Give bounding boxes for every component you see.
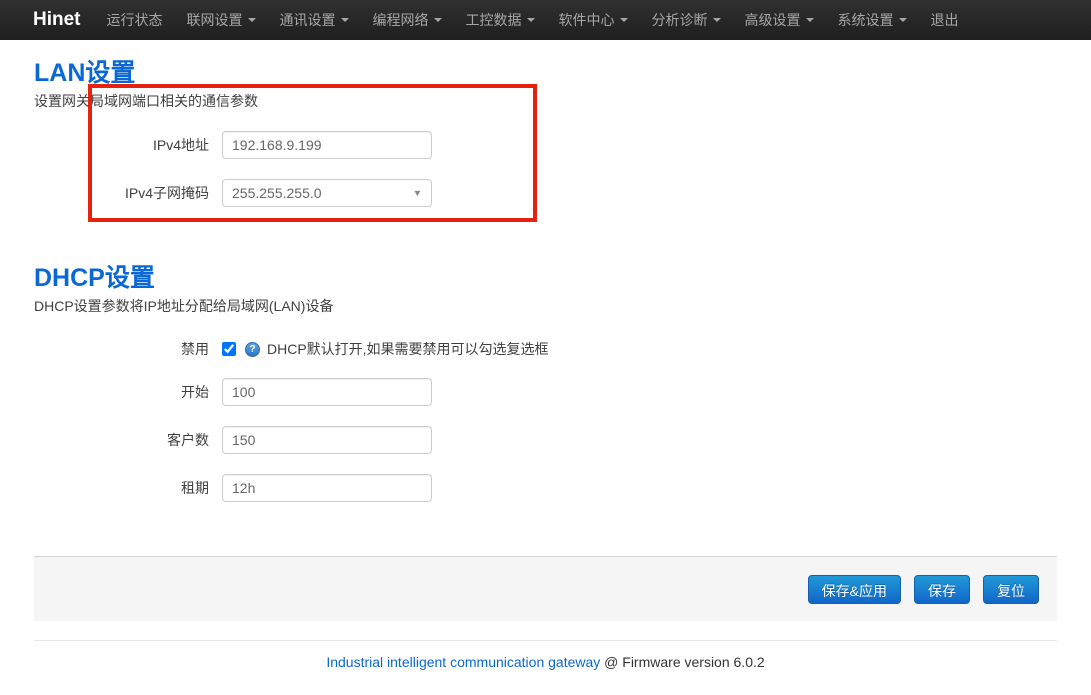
action-bar: 保存&应用 保存 复位 [34,556,1057,621]
nav-item-label: 联网设置 [187,10,243,30]
ipv4-netmask-select[interactable]: 255.255.255.0 [222,179,432,207]
dhcp-disable-hint: DHCP默认打开,如果需要禁用可以勾选复选框 [267,339,549,359]
dhcp-limit-input[interactable] [222,426,432,454]
dhcp-leasetime-row: 租期 [34,474,1057,502]
brand-logo[interactable]: Hinet [33,9,81,31]
dhcp-disable-row: 禁用 ? DHCP默认打开,如果需要禁用可以勾选复选框 [34,340,1057,358]
nav-item-label: 分析诊断 [652,10,708,30]
chevron-down-icon [341,18,349,22]
dhcp-leasetime-label: 租期 [34,478,222,498]
nav-item-logout[interactable]: 退出 [919,0,971,41]
ipv4-address-label: IPv4地址 [34,135,222,155]
nav-item-analysis-diagnosis[interactable]: 分析诊断 [640,0,733,41]
lan-section-description: 设置网关局域网端口相关的通信参数 [34,93,1057,110]
nav-item-running-status[interactable]: 运行状态 [95,0,175,41]
nav-item-communication-settings[interactable]: 通讯设置 [268,0,361,41]
dhcp-limit-label: 客户数 [34,430,222,450]
ipv4-address-row: IPv4地址 [34,131,1057,159]
chevron-down-icon [248,18,256,22]
nav-item-label: 退出 [931,10,959,30]
nav-item-label: 运行状态 [107,10,163,30]
dhcp-settings-section: DHCP设置 DHCP设置参数将IP地址分配给局域网(LAN)设备 禁用 ? D… [34,263,1057,502]
dhcp-leasetime-input[interactable] [222,474,432,502]
dhcp-start-input[interactable] [222,378,432,406]
dhcp-disable-label: 禁用 [34,339,222,359]
dhcp-start-label: 开始 [34,382,222,402]
chevron-down-icon [713,18,721,22]
lan-section-title: LAN设置 [34,58,1057,88]
nav-item-label: 工控数据 [466,10,522,30]
nav-item-advanced-settings[interactable]: 高级设置 [733,0,826,41]
ipv4-netmask-label: IPv4子网掩码 [34,183,222,203]
nav-item-programming-network[interactable]: 编程网络 [361,0,454,41]
chevron-down-icon [527,18,535,22]
question-mark-icon: ? [245,342,260,357]
nav-item-label: 高级设置 [745,10,801,30]
reset-button[interactable]: 复位 [983,575,1039,604]
chevron-down-icon [434,18,442,22]
nav-item-software-center[interactable]: 软件中心 [547,0,640,41]
nav-item-network-settings[interactable]: 联网设置 [175,0,268,41]
nav-item-system-settings[interactable]: 系统设置 [826,0,919,41]
firmware-version-text: @ Firmware version 6.0.2 [600,654,764,670]
dhcp-limit-row: 客户数 [34,426,1057,454]
top-navbar: Hinet 运行状态 联网设置 通讯设置 编程网络 工控数据 软件中心 分析诊断… [0,0,1091,40]
chevron-down-icon [806,18,814,22]
lan-settings-section: LAN设置 设置网关局域网端口相关的通信参数 IPv4地址 IPv4子网掩码 2… [34,58,1057,207]
nav-item-label: 软件中心 [559,10,615,30]
dhcp-section-description: DHCP设置参数将IP地址分配给局域网(LAN)设备 [34,298,1057,315]
nav-item-industrial-data[interactable]: 工控数据 [454,0,547,41]
gateway-footer-link[interactable]: Industrial intelligent communication gat… [326,654,600,670]
nav-item-label: 通讯设置 [280,10,336,30]
nav-item-label: 系统设置 [838,10,894,30]
ipv4-netmask-row: IPv4子网掩码 255.255.255.0 ▼ [34,179,1057,207]
dhcp-section-title: DHCP设置 [34,263,1057,293]
page-footer: Industrial intelligent communication gat… [0,654,1091,670]
save-button[interactable]: 保存 [914,575,970,604]
footer-divider [34,640,1057,641]
save-apply-button[interactable]: 保存&应用 [808,575,901,604]
nav-item-label: 编程网络 [373,10,429,30]
ipv4-address-input[interactable] [222,131,432,159]
chevron-down-icon [899,18,907,22]
dhcp-start-row: 开始 [34,378,1057,406]
chevron-down-icon [620,18,628,22]
dhcp-disable-checkbox[interactable] [222,342,236,356]
